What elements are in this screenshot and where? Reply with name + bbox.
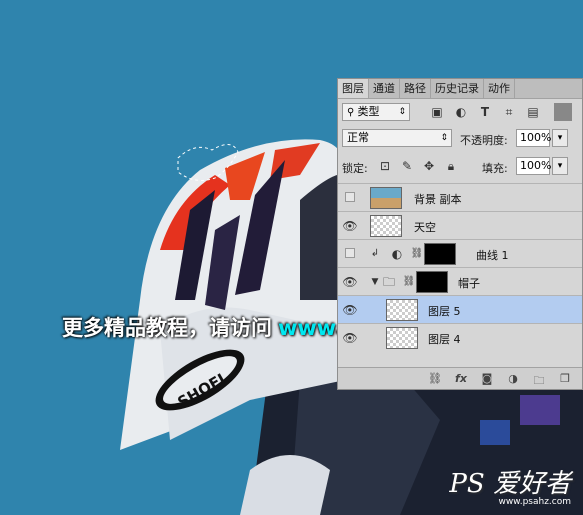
layers-panel: 图层 通道 路径 历史记录 动作 ⚲ 类型 ⇕ ▣ ◐ T ⌗ ▤ 正常 ⇕ 不透明… xyxy=(337,78,583,390)
layer-row[interactable]: ↲ ◐ ⛓︎ 曲线 1 xyxy=(338,239,582,267)
link-icon: ⛓︎ xyxy=(402,276,416,287)
opacity-field[interactable]: 100% xyxy=(516,129,551,147)
filter-type-icon[interactable]: T xyxy=(478,105,492,119)
opacity-dropdown[interactable]: ▾ xyxy=(552,129,568,147)
adjustment-layer-icon[interactable]: ◑ xyxy=(506,372,520,385)
new-group-icon[interactable]: 🗀︎ xyxy=(532,372,546,391)
clip-arrow-icon: ↲ xyxy=(370,248,380,259)
fill-dropdown[interactable]: ▾ xyxy=(552,157,568,175)
new-layer-icon[interactable]: ❐ xyxy=(558,372,572,385)
layer-name: 帽子 xyxy=(458,277,480,290)
tab-channels[interactable]: 通道 xyxy=(369,79,400,98)
layer-thumbnail xyxy=(370,215,402,237)
fill-field[interactable]: 100% xyxy=(516,157,551,175)
layer-row[interactable]: 背景 副本 xyxy=(338,183,582,211)
eye-icon[interactable]: 👁︎ xyxy=(342,302,358,318)
eye-icon[interactable]: 👁︎ xyxy=(342,218,358,234)
site-logo: PS 爱好者 www.psahz.com xyxy=(449,471,571,507)
link-layers-icon[interactable]: ⛓︎ xyxy=(428,372,442,385)
blend-mode-value: 正常 xyxy=(347,131,369,144)
link-icon: ⛓︎ xyxy=(410,248,424,259)
layer-thumbnail xyxy=(370,187,402,209)
mask-thumbnail xyxy=(416,271,448,293)
lock-brush-icon[interactable]: ✎ xyxy=(400,159,414,173)
layer-name: 图层 5 xyxy=(428,305,461,318)
tab-history[interactable]: 历史记录 xyxy=(431,79,484,98)
fill-label: 填充: xyxy=(482,162,508,175)
lock-all-icon[interactable]: 🔒︎ xyxy=(444,159,458,173)
folder-icon: 🗀︎ xyxy=(382,275,395,289)
chevron-down-icon[interactable]: ▼ xyxy=(368,275,382,289)
layer-name: 曲线 1 xyxy=(476,249,509,262)
layer-name: 背景 副本 xyxy=(414,193,462,206)
search-icon: ⚲ xyxy=(347,107,358,118)
layer-thumbnail xyxy=(386,299,418,321)
opacity-label: 不透明度: xyxy=(460,134,508,147)
filter-value: 类型 xyxy=(357,105,380,118)
logo-main: PS 爱好者 xyxy=(449,469,571,499)
tab-actions[interactable]: 动作 xyxy=(484,79,515,98)
lock-transparent-icon[interactable]: ⊡ xyxy=(378,159,392,173)
layer-filter-select[interactable]: ⚲ 类型 ⇕ xyxy=(342,103,410,121)
filter-adjustment-icon[interactable]: ◐ xyxy=(454,105,468,119)
tab-paths[interactable]: 路径 xyxy=(400,79,431,98)
layer-row[interactable]: 👁︎ ▼ 🗀︎ ⛓︎ 帽子 xyxy=(338,267,582,295)
filter-smart-object-icon[interactable]: ▤ xyxy=(526,105,540,119)
watermark-text: 更多精品教程，请访问 xyxy=(62,316,272,340)
tab-layers[interactable]: 图层 xyxy=(338,79,369,98)
visibility-toggle[interactable] xyxy=(345,192,355,202)
visibility-toggle[interactable] xyxy=(345,248,355,258)
lock-move-icon[interactable]: ✥ xyxy=(422,159,436,173)
filter-toggle[interactable] xyxy=(554,103,572,121)
layer-row[interactable]: 👁︎ 图层 4 xyxy=(338,323,582,351)
panel-tabbar: 图层 通道 路径 历史记录 动作 xyxy=(338,79,582,99)
adjustment-icon: ◐ xyxy=(391,247,403,261)
add-mask-icon[interactable]: ◙ xyxy=(480,372,494,385)
filter-shape-icon[interactable]: ⌗ xyxy=(502,105,516,119)
panel-bottom-toolbar: ⛓︎ fx ◙ ◑ 🗀︎ ❐ xyxy=(338,367,582,389)
eye-icon[interactable]: 👁︎ xyxy=(342,274,358,290)
layer-name: 天空 xyxy=(414,221,436,234)
layer-row[interactable]: 👁︎ 天空 xyxy=(338,211,582,239)
chevron-down-icon: ⇕ xyxy=(440,133,448,143)
mask-thumbnail xyxy=(424,243,456,265)
blend-mode-select[interactable]: 正常 ⇕ xyxy=(342,129,452,147)
fx-icon[interactable]: fx xyxy=(454,372,468,385)
chevron-down-icon: ⇕ xyxy=(398,107,406,117)
layer-row[interactable]: 👁︎ 图层 5 xyxy=(338,295,582,323)
layer-thumbnail xyxy=(386,327,418,349)
layer-name: 图层 4 xyxy=(428,333,461,346)
lock-label: 锁定: xyxy=(342,162,368,175)
eye-icon[interactable]: 👁︎ xyxy=(342,330,358,346)
filter-pixel-icon[interactable]: ▣ xyxy=(430,105,444,119)
